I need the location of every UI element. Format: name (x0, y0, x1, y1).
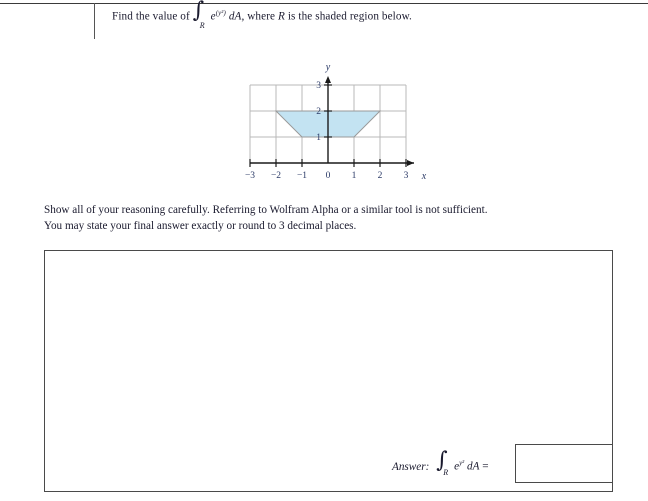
answer-differential: dA (467, 461, 480, 474)
y-tick-label: 2 (316, 107, 321, 117)
question-prompt: Find the value of ∫ R e(y²) dA, where R … (112, 0, 582, 30)
x-tick-labels: −3 −2 −1 0 1 2 3 (245, 171, 409, 181)
integral-subscript: R (199, 21, 205, 31)
x-axis-arrow (407, 160, 414, 166)
instructions-text: Show all of your reasoning carefully. Re… (44, 203, 616, 234)
answer-input-box[interactable] (515, 444, 613, 483)
region-graph: −3 −2 −1 0 1 2 3 1 2 3 x y (245, 62, 427, 182)
y-tick-label: 1 (316, 133, 321, 143)
answer-integral-subscript: R (443, 468, 449, 478)
x-tick-label: −2 (271, 171, 281, 181)
prompt-after-integral: where (247, 10, 276, 23)
answer-expression: ∫ R ey² dA = (436, 449, 489, 478)
answer-integral-operator: ∫ R (436, 449, 451, 478)
y-tick-labels: 1 2 3 (316, 81, 321, 143)
x-axis-label: x (421, 171, 427, 182)
y-axis-label: y (325, 62, 331, 73)
y-tick-label: 3 (316, 81, 321, 91)
prompt-tail: is the shaded region below. (287, 10, 412, 23)
integrand-exponent: (y²) (215, 9, 226, 17)
integral-operator: ∫ R (193, 0, 208, 30)
x-tick-label: 0 (326, 171, 331, 181)
x-tick-label: 1 (352, 171, 357, 181)
question-page: Find the value of ∫ R e(y²) dA, where R … (0, 0, 648, 501)
x-tick-label: 2 (378, 171, 383, 181)
differential-element: dA, (228, 10, 245, 23)
prompt-before-integral: Find the value of (112, 10, 190, 23)
answer-line: Answer: ∫ R ey² dA = (392, 447, 489, 487)
answer-equals-sign: = (482, 461, 489, 474)
x-tick-label: −3 (245, 171, 255, 181)
x-tick-label: −1 (297, 171, 307, 181)
answer-label: Answer: (392, 461, 430, 473)
instructions-line-1: Show all of your reasoning carefully. Re… (44, 204, 488, 216)
y-axis-arrow (325, 76, 331, 83)
instructions-line-2: You may state your final answer exactly … (44, 219, 357, 232)
x-tick-label: 3 (404, 171, 409, 181)
page-left-rule (94, 3, 95, 39)
page-top-rule (0, 3, 648, 4)
answer-integrand-exponent: y² (459, 459, 465, 468)
region-symbol: R (278, 10, 285, 23)
